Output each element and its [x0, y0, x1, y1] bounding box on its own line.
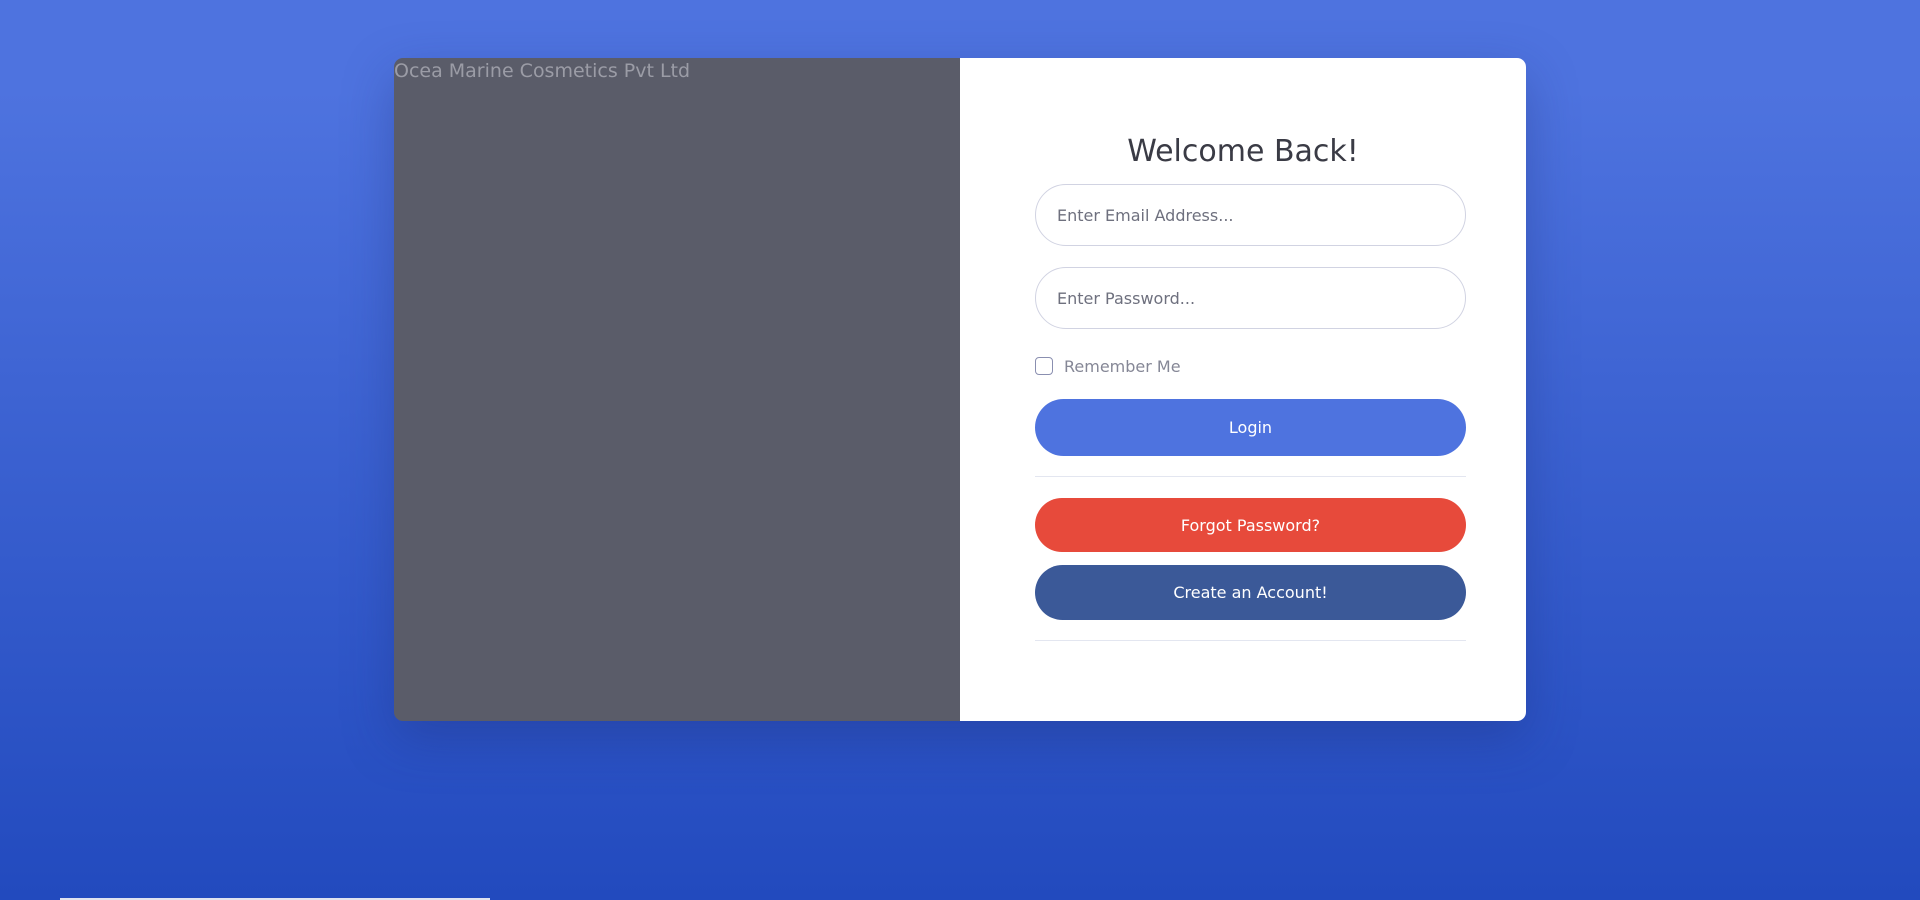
- forgot-password-button[interactable]: Forgot Password?: [1035, 498, 1466, 552]
- login-button[interactable]: Login: [1035, 399, 1466, 456]
- email-input[interactable]: [1035, 184, 1466, 246]
- divider: [1035, 476, 1466, 477]
- brand-image-alt-text: Ocea Marine Cosmetics Pvt Ltd: [394, 60, 691, 82]
- remember-me-control[interactable]: Remember Me: [1035, 355, 1181, 377]
- password-input[interactable]: [1035, 267, 1466, 329]
- login-form-panel: Welcome Back! Remember Me Login Forgot P…: [960, 58, 1526, 721]
- page-title: Welcome Back!: [1127, 134, 1359, 170]
- create-account-button[interactable]: Create an Account!: [1035, 565, 1466, 620]
- remember-me-checkbox[interactable]: [1035, 357, 1053, 375]
- login-card: Ocea Marine Cosmetics Pvt Ltd Welcome Ba…: [394, 58, 1526, 721]
- remember-me-label: Remember Me: [1064, 356, 1181, 376]
- divider: [1035, 640, 1466, 641]
- login-image-panel: Ocea Marine Cosmetics Pvt Ltd: [394, 58, 960, 721]
